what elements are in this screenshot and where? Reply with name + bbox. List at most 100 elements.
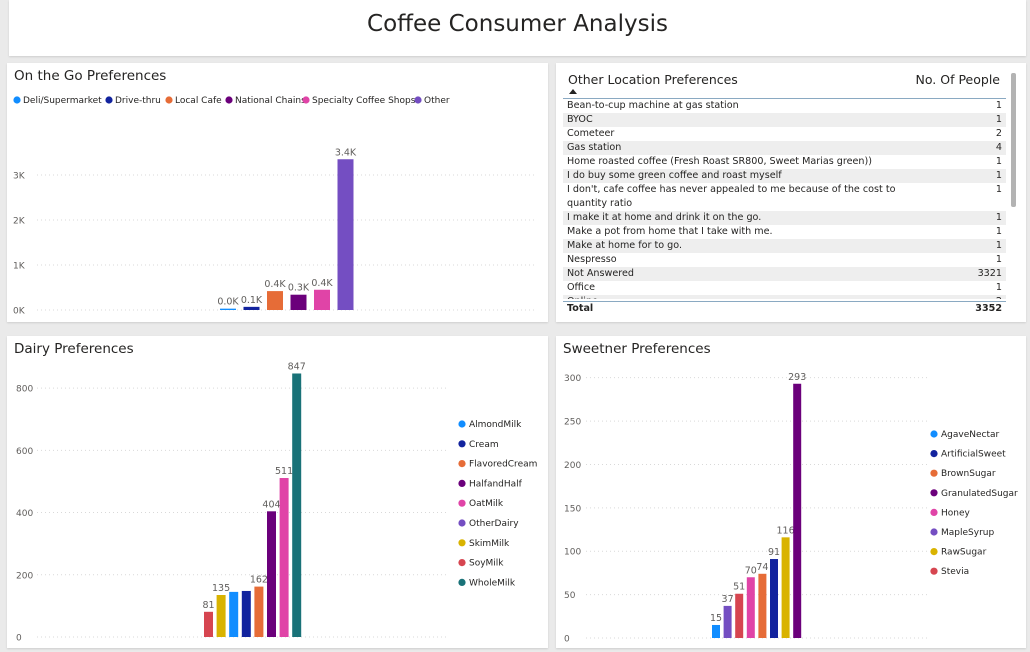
y-tick-label: 150 bbox=[564, 504, 581, 514]
bar[interactable] bbox=[229, 591, 239, 637]
location-name: Office bbox=[567, 282, 596, 293]
data-label: 847 bbox=[288, 361, 306, 372]
data-label: 51 bbox=[733, 582, 745, 593]
sweetener-visual[interactable]: Sweetner Preferences 0 50 100 150 200 250 300 1… bbox=[556, 336, 1026, 648]
bar[interactable] bbox=[723, 605, 732, 638]
location-name: I make it at home and drink it on the go… bbox=[567, 212, 762, 223]
table-row[interactable]: Home roasted coffee (Fresh Roast SR800, … bbox=[563, 155, 1006, 169]
bar[interactable] bbox=[758, 573, 767, 638]
legend-marker bbox=[930, 450, 938, 458]
data-label: 0.4K bbox=[264, 279, 286, 290]
bar[interactable] bbox=[712, 624, 720, 638]
bar[interactable] bbox=[770, 559, 778, 638]
bar[interactable] bbox=[241, 590, 251, 637]
legend-label[interactable]: GranulatedSugar bbox=[941, 489, 1018, 499]
table-row[interactable]: Gas station 4 bbox=[563, 141, 1006, 155]
legend-label[interactable]: SoyMilk bbox=[469, 559, 504, 569]
bar[interactable] bbox=[735, 593, 744, 638]
bar[interactable] bbox=[793, 383, 802, 638]
legend-label[interactable]: Deli/Supermarket bbox=[23, 96, 102, 106]
legend-label[interactable]: RawSugar bbox=[941, 548, 987, 558]
location-table-visual[interactable]: Other Location Preferences No. Of People… bbox=[556, 63, 1026, 322]
legend-label[interactable]: WholeMilk bbox=[469, 578, 516, 588]
table-body[interactable]: Bean-to-cup machine at gas station 1 BYOC 1… bbox=[563, 98, 1006, 299]
legend-label[interactable]: Cream bbox=[469, 440, 499, 450]
dairy-visual[interactable]: Dairy Preferences 0 200 400 600 800 81 135 162 4… bbox=[7, 336, 548, 648]
legend-label[interactable]: OtherDairy bbox=[469, 519, 519, 529]
table-scrollbar[interactable] bbox=[1011, 73, 1016, 207]
bar[interactable] bbox=[267, 511, 276, 637]
legend-label[interactable]: BrownSugar bbox=[941, 469, 996, 479]
legend-label[interactable]: HalfandHalf bbox=[469, 479, 523, 489]
bar[interactable] bbox=[292, 373, 302, 637]
table-row[interactable]: I make it at home and drink it on the go… bbox=[563, 211, 1006, 225]
data-label: 135 bbox=[212, 583, 230, 594]
table-row[interactable]: Make at home for to go. 1 bbox=[563, 239, 1006, 253]
legend-label[interactable]: SkimMilk bbox=[469, 539, 510, 549]
sweetener-chart[interactable]: 0 50 100 150 200 250 300 15375170 7491 116 293 Agav… bbox=[556, 336, 1026, 648]
onthego-visual[interactable]: On the Go Preferences Deli/Supermarket Dr… bbox=[7, 63, 548, 322]
table-header-count[interactable]: No. Of People bbox=[916, 72, 1000, 87]
y-tick-label: 250 bbox=[564, 418, 581, 428]
bar[interactable] bbox=[267, 291, 283, 310]
sort-ascending-icon[interactable] bbox=[569, 89, 577, 94]
table-row[interactable]: Make a pot from home that I take with me… bbox=[563, 225, 1006, 239]
bar[interactable] bbox=[290, 294, 307, 310]
people-count: 1 bbox=[995, 114, 1002, 125]
legend-label[interactable]: FlavoredCream bbox=[469, 460, 537, 470]
table-row[interactable]: Bean-to-cup machine at gas station 1 bbox=[563, 99, 1006, 113]
legend-marker bbox=[458, 578, 466, 586]
legend-label[interactable]: Drive-thru bbox=[115, 96, 161, 106]
table-header-location[interactable]: Other Location Preferences bbox=[568, 72, 738, 87]
legend-label[interactable]: ArtificialSweet bbox=[941, 450, 1006, 460]
people-count: 1 bbox=[995, 282, 1002, 293]
y-tick-label: 0 bbox=[564, 635, 570, 645]
bar[interactable] bbox=[254, 586, 264, 637]
table-row[interactable]: Cometeer 2 bbox=[563, 127, 1006, 141]
total-value: 3352 bbox=[975, 303, 1002, 314]
people-count: 1 bbox=[995, 212, 1002, 223]
y-tick-label: 600 bbox=[16, 447, 33, 457]
bar[interactable] bbox=[220, 308, 236, 310]
legend-label[interactable]: Local Cafe bbox=[175, 96, 222, 106]
legend-marker bbox=[458, 420, 466, 428]
location-name: Make a pot from home that I take with me… bbox=[567, 226, 773, 237]
dairy-chart[interactable]: 0 200 400 600 800 81 135 162 404 511 847 AlmondMilk… bbox=[7, 336, 548, 648]
onthego-chart[interactable]: Deli/Supermarket Drive-thru Local Cafe Nati… bbox=[7, 63, 548, 322]
data-label: 511 bbox=[275, 466, 293, 477]
data-label: 0.0K bbox=[217, 297, 239, 308]
table-row[interactable]: Online2 bbox=[563, 295, 1006, 299]
legend-marker bbox=[930, 489, 938, 497]
legend-label[interactable]: MapleSyrup bbox=[941, 528, 994, 538]
table-row[interactable]: Not Answered 3321 bbox=[563, 267, 1006, 281]
legend-label[interactable]: Honey bbox=[941, 508, 971, 518]
legend-label[interactable]: Specialty Coffee Shops bbox=[312, 96, 416, 106]
legend-label[interactable]: OatMilk bbox=[469, 499, 504, 509]
legend-label[interactable]: Stevia bbox=[941, 567, 969, 577]
table-row[interactable]: I don't, cafe coffee has never appealed … bbox=[563, 183, 1006, 211]
legend-label[interactable]: AlmondMilk bbox=[469, 420, 522, 430]
table-row[interactable]: BYOC 1 bbox=[563, 113, 1006, 127]
legend-label[interactable]: National Chains bbox=[235, 96, 306, 106]
legend-marker bbox=[458, 539, 466, 547]
title-card: Coffee Consumer Analysis bbox=[9, 0, 1026, 56]
people-count: 1 bbox=[995, 170, 1002, 181]
legend-label[interactable]: AgaveNectar bbox=[941, 430, 1000, 440]
people-count: 1 bbox=[995, 100, 1002, 111]
bar[interactable] bbox=[279, 478, 289, 637]
legend-marker bbox=[458, 519, 466, 527]
table-row[interactable]: Nespresso 1 bbox=[563, 253, 1006, 267]
bar[interactable] bbox=[243, 306, 260, 310]
table-row[interactable]: Office 1 bbox=[563, 281, 1006, 295]
legend-label[interactable]: Other bbox=[424, 96, 450, 106]
bar[interactable] bbox=[746, 577, 755, 638]
bar[interactable] bbox=[204, 611, 213, 637]
bar[interactable] bbox=[337, 159, 354, 310]
bar[interactable] bbox=[781, 537, 790, 638]
people-count: 2 bbox=[942, 295, 1002, 299]
bar[interactable] bbox=[314, 289, 330, 310]
people-count: 1 bbox=[995, 226, 1002, 237]
location-name: Make at home for to go. bbox=[567, 240, 683, 251]
table-row[interactable]: I do buy some green coffee and roast mys… bbox=[563, 169, 1006, 183]
bar[interactable] bbox=[216, 595, 226, 637]
